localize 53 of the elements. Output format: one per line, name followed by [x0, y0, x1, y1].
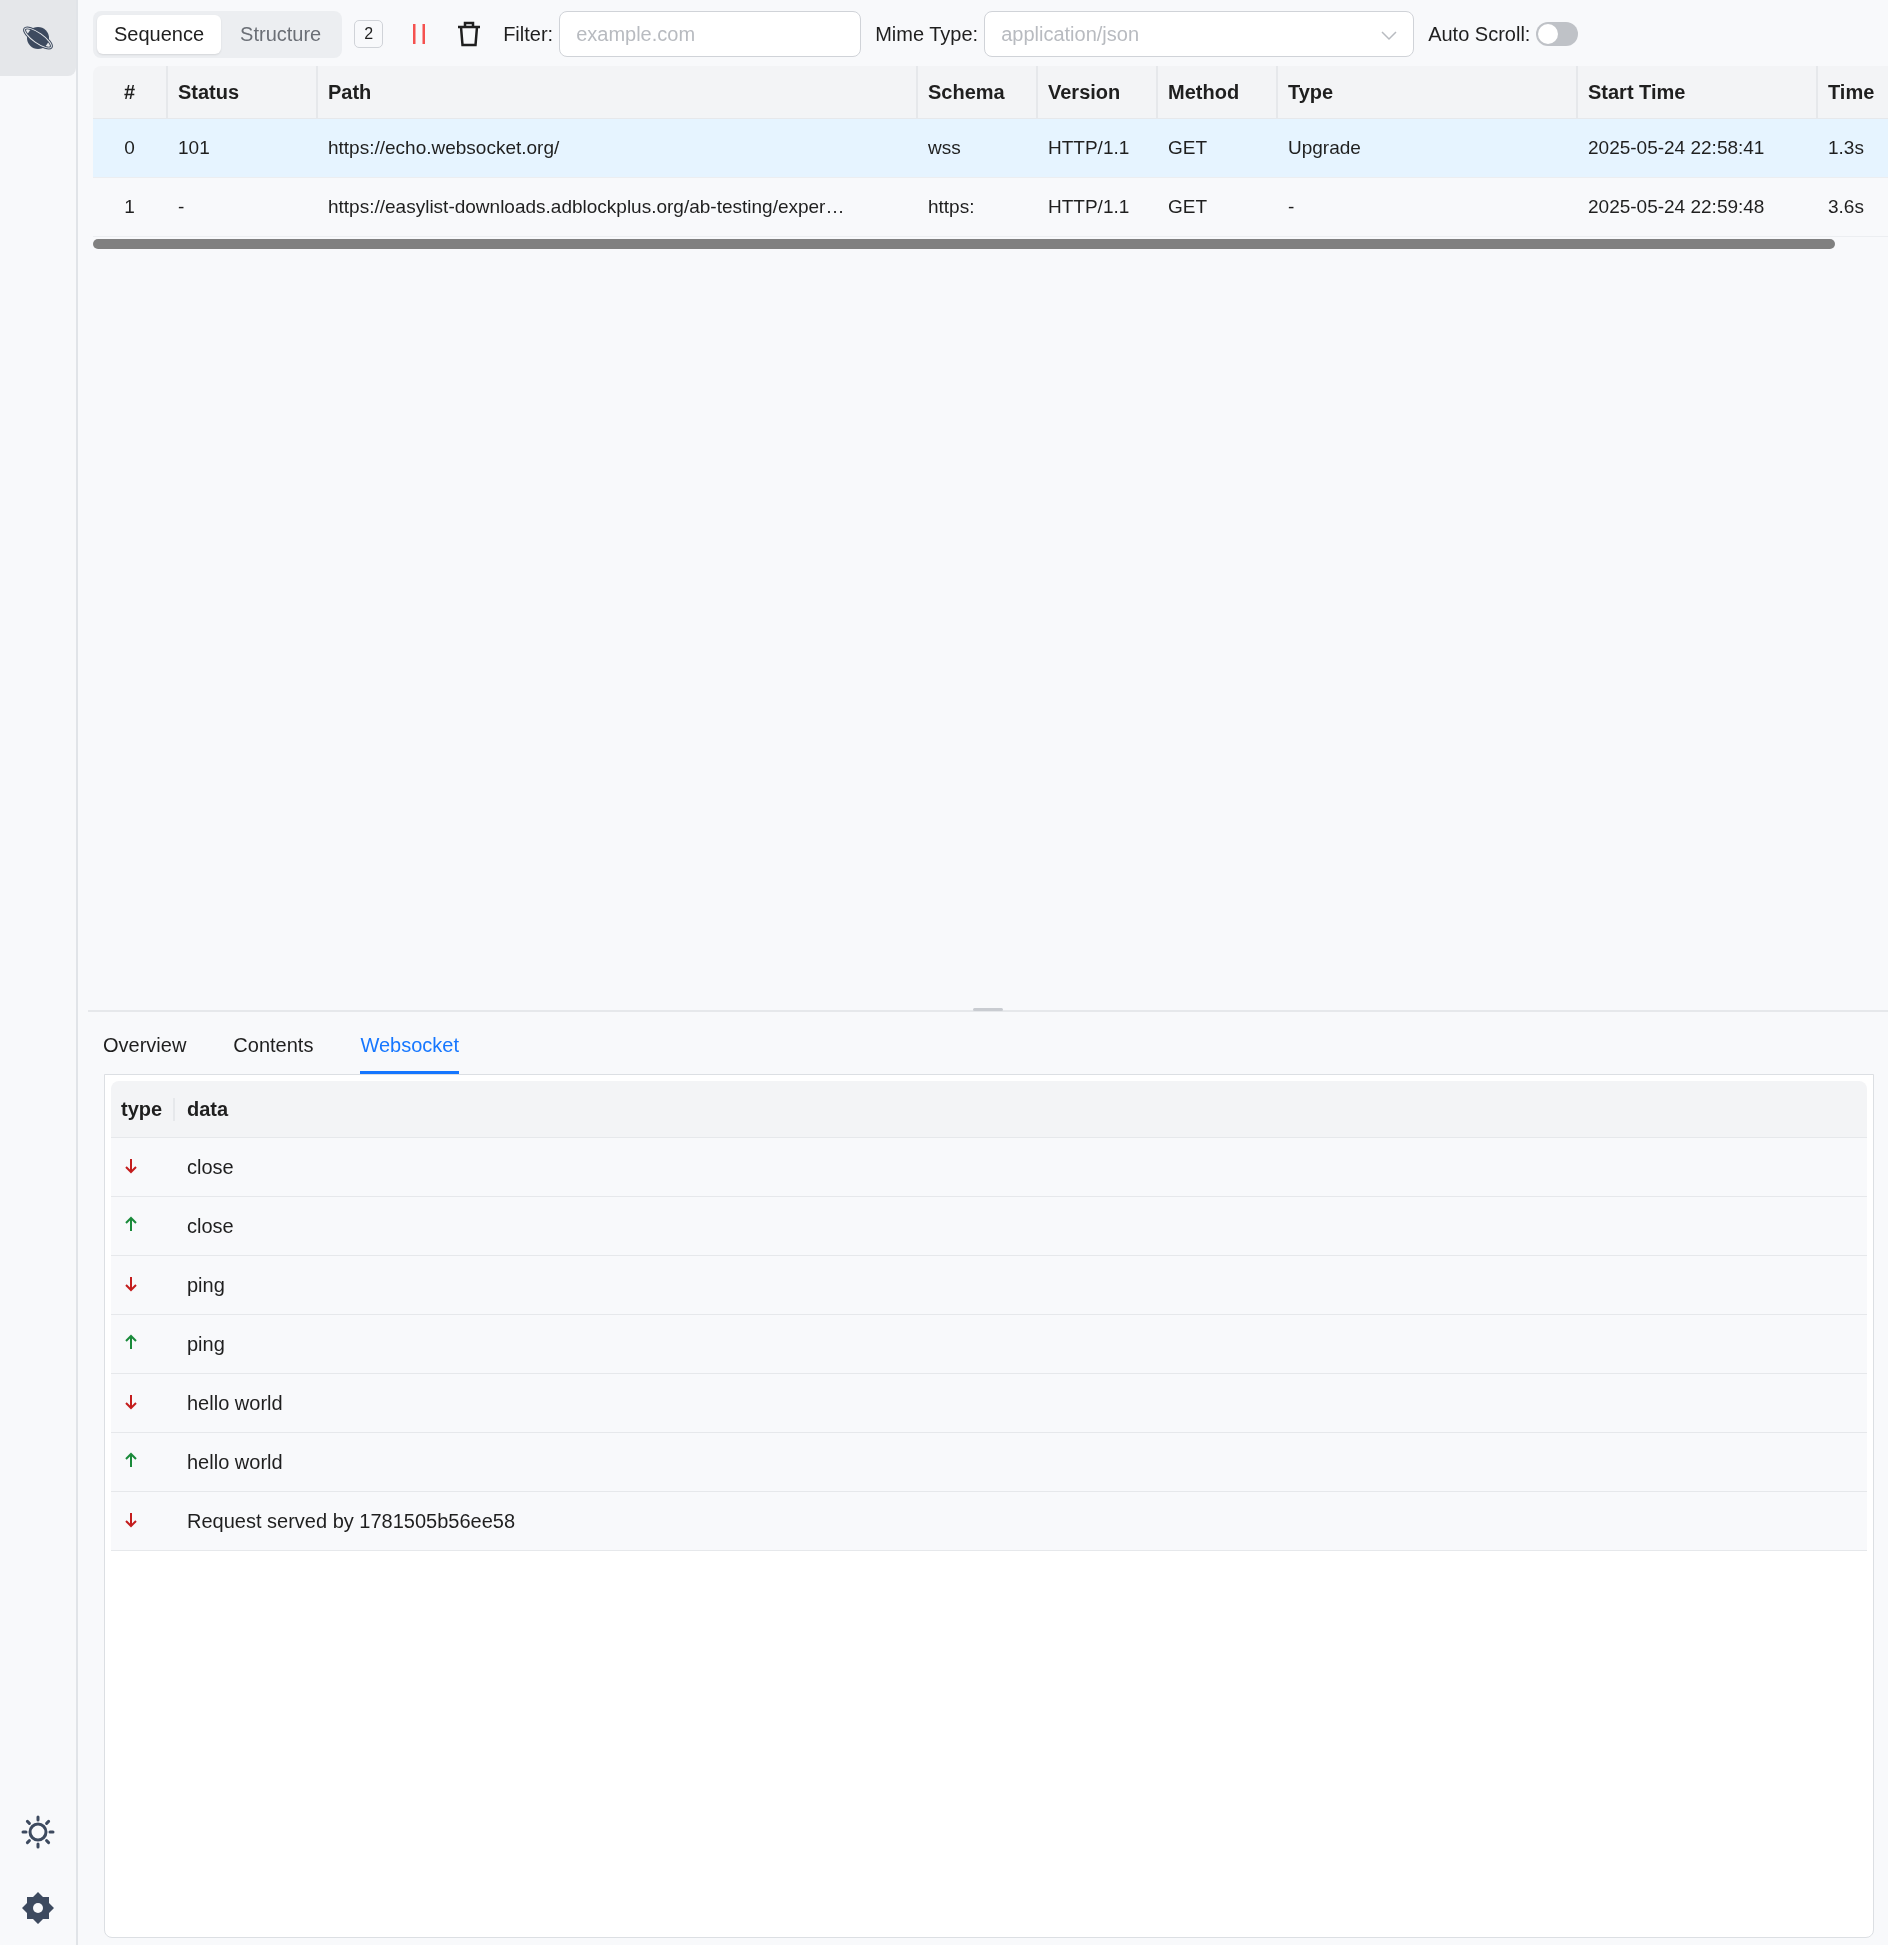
- table-cell-text: 2025-05-24 22:59:48: [1587, 196, 1766, 218]
- table-cell-text: Upgrade: [1287, 137, 1362, 159]
- view-tab[interactable]: Sequence: [97, 14, 222, 54]
- message-data: hello world: [186, 1450, 284, 1474]
- arrow-down-icon: [123, 1156, 139, 1174]
- arrow-down-icon: [123, 1274, 139, 1292]
- chevron-down-icon: [1381, 30, 1398, 41]
- filter-label: Filter:: [503, 22, 554, 46]
- table-cell-text: -: [1287, 196, 1296, 218]
- column-header: type: [111, 1097, 175, 1121]
- table-cell-text: https:: [927, 196, 976, 218]
- filter-field[interactable]: example.com: [559, 11, 862, 57]
- message-data: ping: [186, 1273, 226, 1297]
- table-cell-text: 3.6s: [1827, 196, 1865, 218]
- horizontal-scrollbar[interactable]: [93, 239, 1835, 249]
- table-cell-text: 101: [177, 137, 211, 159]
- detail-tab[interactable]: Overview: [103, 1034, 187, 1074]
- table-cell-text: 1: [123, 196, 136, 218]
- request-row[interactable]: 0 101 https://echo.websocket.org/ wss HTTP/1.1 GET Upgrade 2025-05-24 22:58:41 1.3s: [93, 119, 1888, 178]
- pause-icon[interactable]: [411, 23, 428, 45]
- table-cell-text: 2025-05-24 22:58:41: [1587, 137, 1766, 159]
- request-count-badge: 2: [354, 20, 384, 48]
- message-data: hello world: [186, 1391, 284, 1415]
- table-cell-text: -: [177, 196, 186, 218]
- table-cell-text: GET: [1167, 137, 1209, 159]
- table-cell-text: GET: [1167, 196, 1209, 218]
- message-data: ping: [186, 1332, 226, 1356]
- arrow-down-icon: [123, 1510, 139, 1528]
- arrow-up-icon: [123, 1215, 139, 1233]
- column-header: data: [186, 1097, 230, 1121]
- arrow-up-icon: [123, 1451, 139, 1469]
- arrow-down-icon: [123, 1392, 139, 1410]
- table-cell-text: wss: [927, 137, 962, 159]
- auto-scroll-label: Auto Scroll:: [1428, 22, 1531, 46]
- resize-handle[interactable]: [973, 1008, 1003, 1011]
- table-cell-text: https://echo.websocket.org/: [327, 137, 561, 159]
- detail-tab[interactable]: Contents: [233, 1034, 314, 1074]
- table-cell-text: 0: [123, 137, 136, 159]
- column-header[interactable]: #: [93, 66, 166, 118]
- message-data: close: [186, 1214, 235, 1238]
- settings-icon[interactable]: [21, 1891, 55, 1925]
- message-data: Request served by 1781505b56ee58: [186, 1509, 517, 1533]
- mime-type-label: Mime Type:: [875, 22, 979, 46]
- message-data: close: [186, 1155, 235, 1179]
- table-cell-text: HTTP/1.1: [1047, 137, 1131, 159]
- arrow-up-icon: [123, 1333, 139, 1351]
- table-cell-text: https://easylist-downloads.adblockplus.org/ab-testing/exper…: [327, 196, 846, 218]
- view-tab[interactable]: Structure: [223, 14, 339, 54]
- auto-scroll-toggle[interactable]: [1536, 22, 1579, 46]
- trash-icon[interactable]: [457, 21, 482, 47]
- sun-icon[interactable]: [21, 1815, 55, 1849]
- table-cell-text: HTTP/1.1: [1047, 196, 1131, 218]
- table-cell-text: 1.3s: [1827, 137, 1865, 159]
